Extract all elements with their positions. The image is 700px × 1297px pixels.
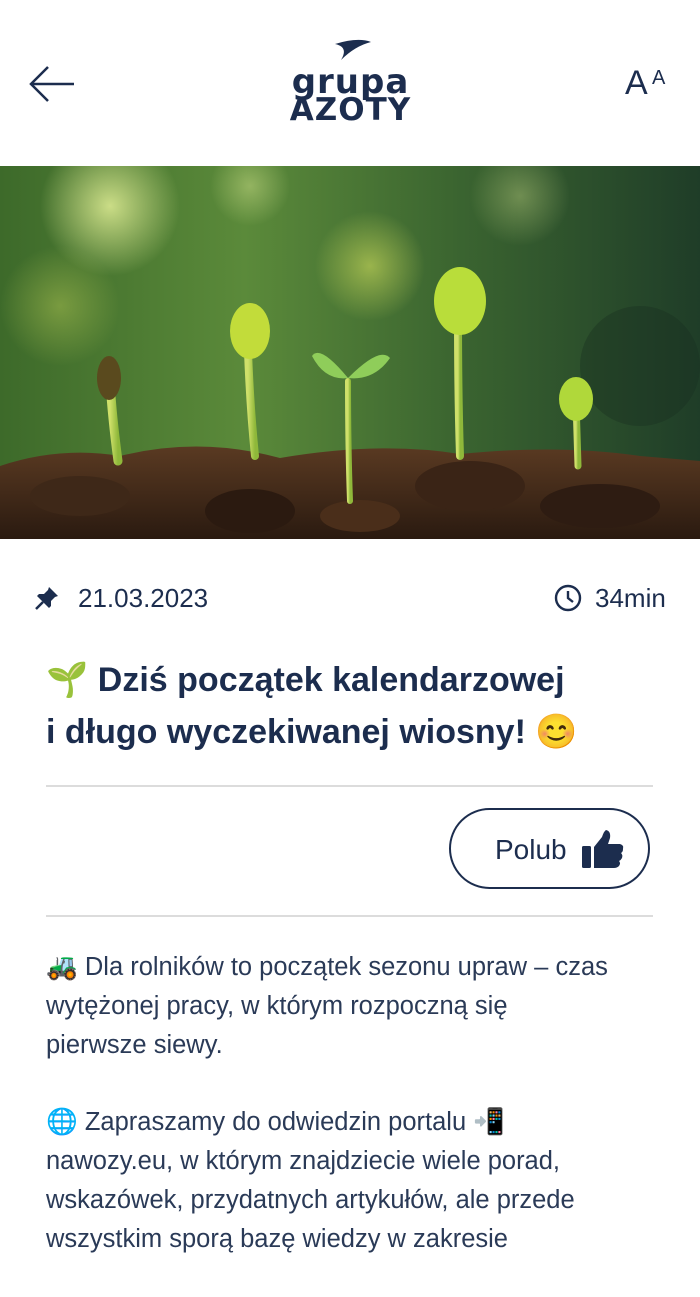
font-size-button[interactable]: A A: [622, 60, 674, 104]
title-line-1: Dziś początek kalendarzowej: [97, 661, 565, 699]
seedling-emoji-icon: 🌱: [46, 661, 89, 699]
phone-emoji-icon: 📲: [473, 1108, 505, 1136]
thumbs-up-icon: [582, 830, 624, 868]
paragraph-1-line-1: Dla rolników to początek sezonu upraw – …: [84, 953, 608, 981]
seedlings-image-icon: [0, 166, 700, 539]
font-size-large-letter: A: [625, 64, 648, 102]
article-date: 21.03.2023: [78, 583, 209, 613]
font-size-small-letter: A: [652, 67, 666, 89]
paragraph-1-line-3: pierwsze siewy.: [46, 1031, 223, 1059]
paragraph-2: 🌐 Zapraszamy do odwiedzin portalu 📲 nawo…: [46, 1103, 666, 1259]
article-meta: 21.03.2023 34min: [0, 578, 700, 618]
article-title: 🌱 Dziś początek kalendarzowej i długo wy…: [46, 654, 666, 758]
paragraph-1-line-2: wytężonej pracy, w którym rozpoczną się: [46, 992, 508, 1020]
pin-icon: [35, 587, 58, 610]
article-body: 🚜 Dla rolników to początek sezonu upraw …: [46, 948, 666, 1297]
smile-emoji-icon: 😊: [535, 713, 578, 751]
paragraph-2-line-2: nawozy.eu, w którym znajdziecie wiele po…: [46, 1147, 561, 1175]
like-button-label: Polub: [495, 834, 567, 865]
like-button[interactable]: Polub: [449, 808, 650, 889]
paragraph-2-line-1: Zapraszamy do odwiedzin portalu: [84, 1108, 467, 1136]
grupa-azoty-logo: grupa AZOTY: [283, 38, 418, 126]
hero-image: [0, 166, 700, 539]
paragraph-1: 🚜 Dla rolników to początek sezonu upraw …: [46, 948, 666, 1065]
divider-top: [46, 785, 653, 787]
globe-emoji-icon: 🌐: [46, 1108, 78, 1136]
paragraph-2-line-4: wszystkim sporą bazę wiedzy w zakresie: [46, 1225, 508, 1253]
paragraph-2-line-3: wskazówek, przydatnych artykułów, ale pr…: [46, 1186, 575, 1214]
clock-icon: [554, 584, 582, 612]
logo-text-azoty: AZOTY: [289, 92, 412, 128]
app-header: grupa AZOTY A A: [0, 0, 700, 166]
title-line-2: i długo wyczekiwanej wiosny!: [46, 713, 526, 751]
back-arrow-icon: [29, 66, 74, 102]
back-button[interactable]: [26, 62, 78, 106]
divider-bottom: [46, 915, 653, 917]
tractor-emoji-icon: 🚜: [46, 953, 78, 981]
read-time: 34min: [595, 583, 666, 613]
